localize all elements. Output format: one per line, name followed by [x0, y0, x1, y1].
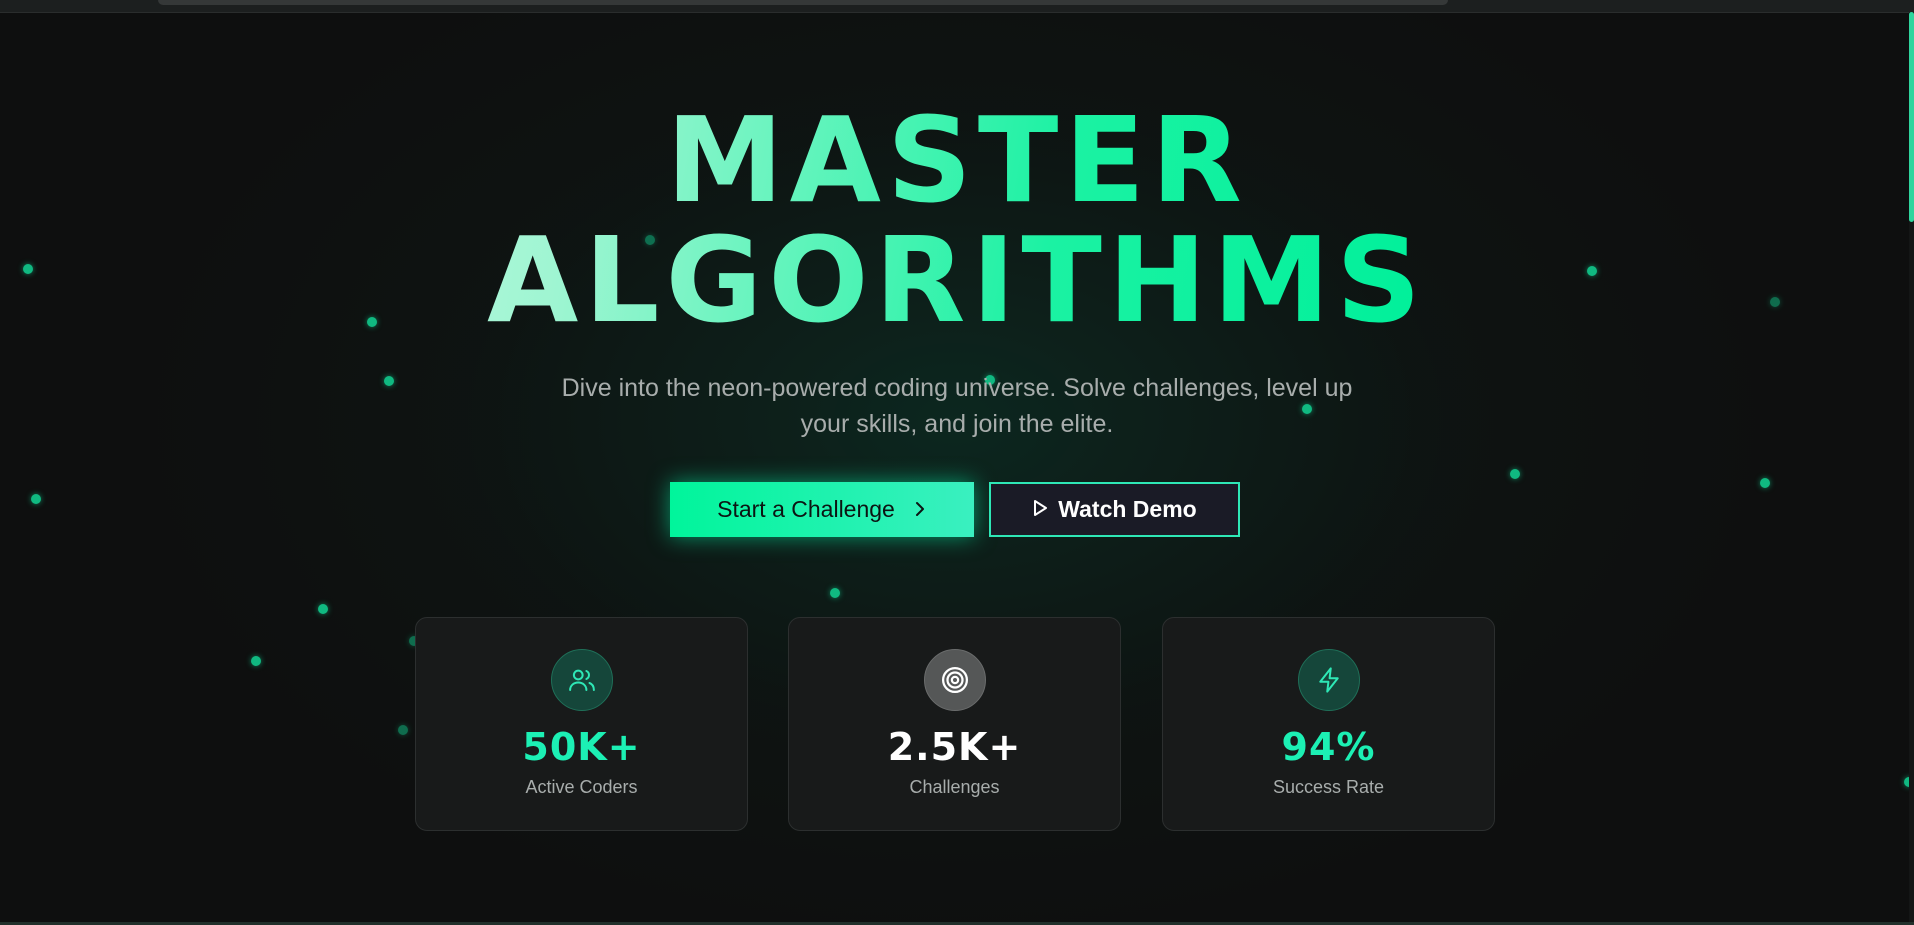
stat-card-active-coders: 50K+ Active Coders: [415, 617, 748, 831]
particle-dot: [830, 588, 840, 598]
play-icon: [1032, 496, 1048, 523]
particle-dot: [318, 604, 328, 614]
scrollbar-thumb[interactable]: [1909, 12, 1914, 222]
particle-dot: [384, 376, 394, 386]
users-icon: [551, 649, 613, 711]
particle-dot: [1510, 469, 1520, 479]
particle-dot: [398, 725, 408, 735]
landing-page: MASTER ALGORITHMS Dive into the neon-pow…: [0, 0, 1914, 925]
stat-label: Success Rate: [1272, 777, 1385, 797]
top-bar-tab-strip: [158, 0, 1448, 5]
stat-label: Challenges: [909, 777, 1000, 797]
start-challenge-label: Start a Challenge: [717, 496, 895, 522]
hero-title-line-2: ALGORITHMS: [486, 211, 1428, 349]
target-icon: [924, 649, 986, 711]
hero-title: MASTER ALGORITHMS: [0, 100, 1914, 340]
watch-demo-label: Watch Demo: [1058, 496, 1197, 522]
stat-value: 50K+: [522, 725, 641, 769]
watch-demo-button[interactable]: Watch Demo: [989, 482, 1240, 537]
browser-top-bar: [0, 0, 1914, 13]
stat-label: Active Coders: [525, 777, 638, 797]
stat-card-success-rate: 94% Success Rate: [1162, 617, 1495, 831]
chevron-right-icon: [913, 499, 927, 521]
stat-value: 2.5K+: [887, 725, 1022, 769]
lightning-icon: [1298, 649, 1360, 711]
particle-dot: [31, 494, 41, 504]
stat-card-challenges: 2.5K+ Challenges: [788, 617, 1121, 831]
particle-dot: [1760, 478, 1770, 488]
start-challenge-button[interactable]: Start a Challenge: [670, 482, 974, 537]
hero-subtitle: Dive into the neon-powered coding univer…: [561, 374, 1353, 438]
hero-title-line-1: MASTER: [666, 91, 1248, 229]
particle-dot: [251, 656, 261, 666]
stat-value: 94%: [1281, 725, 1376, 769]
